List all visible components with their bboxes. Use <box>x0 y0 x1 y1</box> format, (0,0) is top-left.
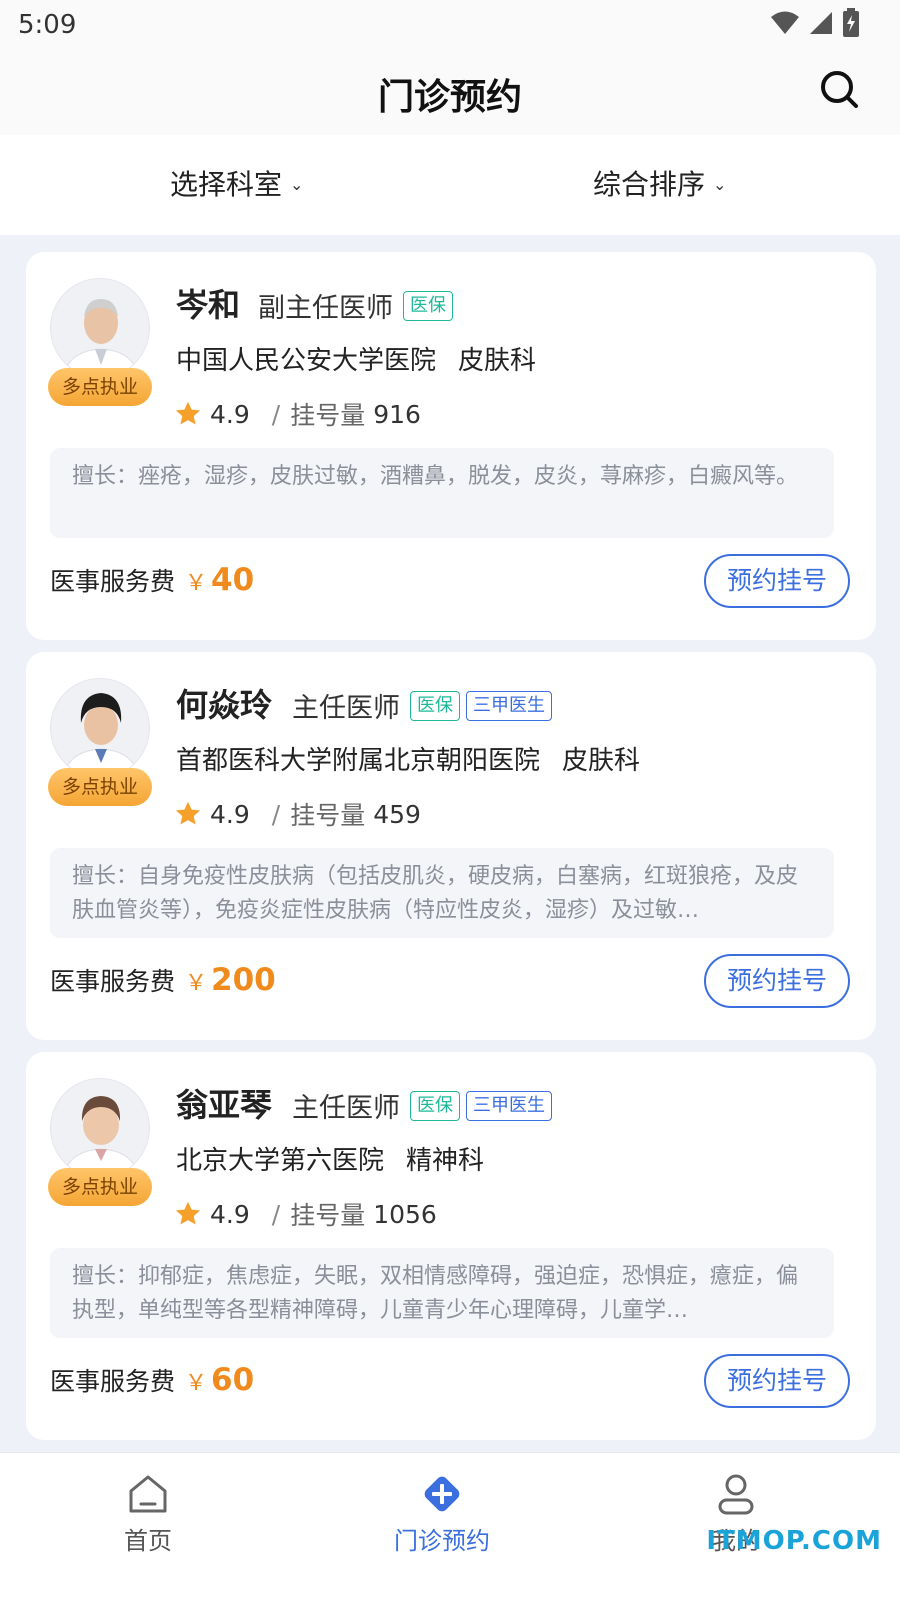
status-icons <box>770 8 860 38</box>
doctor-title: 副主任医师 <box>258 293 393 324</box>
doctor-avatar-group: 多点执业 <box>48 1078 152 1208</box>
chevron-down-icon: ⌄ <box>713 174 727 194</box>
insurance-tag: 医保 <box>410 1090 460 1121</box>
doctor-title: 主任医师 <box>292 693 400 724</box>
department-name: 皮肤科 <box>562 746 641 776</box>
doctor-name: 翁亚琴 <box>176 1086 273 1124</box>
chevron-down-icon: ⌄ <box>290 174 304 194</box>
nav-label-home: 首页 <box>124 1527 172 1555</box>
department-name: 皮肤科 <box>458 346 537 376</box>
insurance-tag: 医保 <box>410 690 460 721</box>
star-icon <box>175 801 201 825</box>
doctor-avatar-group: 多点执业 <box>48 278 152 408</box>
status-time: 5:09 <box>18 10 77 40</box>
fee-value: 200 <box>211 962 276 998</box>
doctor-title-row: 副主任医师 医保 <box>258 286 453 325</box>
doctor-name: 岑和 <box>176 286 241 324</box>
currency-symbol: ￥ <box>185 971 208 996</box>
doctor-card[interactable]: 多点执业 岑和 副主任医师 医保 中国人民公安大学医院 皮肤科 4.9 / 挂号量… <box>26 252 876 640</box>
doctor-title-row: 主任医师 医保 三甲医生 <box>292 686 552 725</box>
book-appointment-button[interactable]: 预约挂号 <box>704 954 850 1008</box>
hospital-name: 首都医科大学附属北京朝阳医院 <box>176 746 541 776</box>
nav-item-clinic[interactable]: 门诊预约 <box>362 1471 522 1556</box>
sort-filter-label: 综合排序 <box>593 168 706 201</box>
hospital-name: 中国人民公安大学医院 <box>176 346 437 376</box>
doctor-avatar-group: 多点执业 <box>48 678 152 808</box>
book-appointment-button[interactable]: 预约挂号 <box>704 554 850 608</box>
rating-value: 4.9 <box>210 799 250 829</box>
search-button[interactable] <box>818 68 862 112</box>
doctor-hospital-row: 北京大学第六医院 精神科 <box>176 1140 484 1177</box>
battery-icon <box>843 8 859 37</box>
star-icon <box>175 401 201 425</box>
specialty-text: 擅长：自身免疫性皮肤病（包括皮肌炎，硬皮病，白塞病，红斑狼疮，及皮肤血管炎等），… <box>72 864 799 923</box>
doctor-card[interactable]: 多点执业 翁亚琴 主任医师 医保 三甲医生 北京大学第六医院 精神科 4.9 / … <box>26 1052 876 1440</box>
currency-symbol: ￥ <box>185 571 208 596</box>
fee-row: 医事服务费 ￥ 60 <box>50 1362 254 1398</box>
doctor-hospital-row: 中国人民公安大学医院 皮肤科 <box>176 340 536 377</box>
star-icon <box>175 1201 201 1225</box>
rating-separator: / <box>271 399 281 429</box>
registration-count: 459 <box>373 799 421 829</box>
registration-label: 挂号量 <box>290 1201 366 1230</box>
fee-row: 医事服务费 ￥ 40 <box>50 562 254 598</box>
user-icon <box>718 1474 754 1515</box>
rating-row: 4.9 / 挂号量 916 <box>174 396 421 432</box>
doctor-hospital-row: 首都医科大学附属北京朝阳医院 皮肤科 <box>176 740 640 777</box>
rating-row: 4.9 / 挂号量 459 <box>174 796 421 832</box>
specialty-text: 擅长：痤疮，湿疹，皮肤过敏，酒糟鼻，脱发，皮炎，荨麻疹，白癜风等。 <box>72 464 799 489</box>
nav-item-home[interactable]: 首页 <box>68 1471 228 1556</box>
rating-separator: / <box>271 799 281 829</box>
registration-label: 挂号量 <box>290 801 366 830</box>
multi-practice-badge: 多点执业 <box>48 768 152 806</box>
multi-practice-badge: 多点执业 <box>48 1168 152 1206</box>
fee-value: 60 <box>211 1362 255 1398</box>
department-filter-label: 选择科室 <box>170 168 283 201</box>
insurance-tag: 医保 <box>403 290 453 321</box>
doctor-avatar <box>50 678 150 778</box>
hospital-name: 北京大学第六医院 <box>176 1146 385 1176</box>
currency-symbol: ￥ <box>185 1371 208 1396</box>
fee-label: 医事服务费 <box>50 1367 176 1396</box>
fee-label: 医事服务费 <box>50 967 176 996</box>
department-name: 精神科 <box>406 1146 485 1176</box>
fee-row: 医事服务费 ￥ 200 <box>50 962 276 998</box>
cell-signal-icon <box>810 12 832 34</box>
wifi-icon <box>771 11 799 34</box>
status-bar: 5:09 <box>0 0 900 52</box>
department-filter[interactable]: 选择科室 ⌄ <box>170 163 303 203</box>
filter-bar: 选择科室 ⌄ 综合排序 ⌄ <box>0 135 900 235</box>
search-icon <box>821 71 858 108</box>
home-icon <box>129 1475 167 1513</box>
specialty-text: 擅长：抑郁症，焦虑症，失眠，双相情感障碍，强迫症，恐惧症，癔症，偏执型，单纯型等… <box>72 1264 799 1323</box>
rating-value: 4.9 <box>210 1199 250 1229</box>
clinic-plus-icon <box>424 1476 460 1512</box>
nav-label-clinic: 门诊预约 <box>394 1527 490 1555</box>
book-appointment-button[interactable]: 预约挂号 <box>704 1354 850 1408</box>
specialty-box: 擅长：痤疮，湿疹，皮肤过敏，酒糟鼻，脱发，皮炎，荨麻疹，白癜风等。 <box>50 448 834 538</box>
doctor-avatar <box>50 278 150 378</box>
app-header: 门诊预约 <box>0 52 900 135</box>
registration-count: 1056 <box>373 1199 437 1229</box>
top-hospital-tag: 三甲医生 <box>466 1090 552 1121</box>
registration-count: 916 <box>373 399 421 429</box>
doctor-title: 主任医师 <box>292 1093 400 1124</box>
top-hospital-tag: 三甲医生 <box>466 690 552 721</box>
rating-separator: / <box>271 1199 281 1229</box>
multi-practice-badge: 多点执业 <box>48 368 152 406</box>
registration-label: 挂号量 <box>290 401 366 430</box>
watermark-text: ITMOP.COM <box>706 1526 882 1556</box>
doctor-card[interactable]: 多点执业 何焱玲 主任医师 医保 三甲医生 首都医科大学附属北京朝阳医院 皮肤科 … <box>26 652 876 1040</box>
doctor-avatar <box>50 1078 150 1178</box>
rating-value: 4.9 <box>210 399 250 429</box>
doctor-name: 何焱玲 <box>176 686 273 724</box>
doctor-title-row: 主任医师 医保 三甲医生 <box>292 1086 552 1125</box>
page-title: 门诊预约 <box>377 77 522 118</box>
sort-filter[interactable]: 综合排序 ⌄ <box>593 163 726 203</box>
fee-label: 医事服务费 <box>50 567 176 596</box>
specialty-box: 擅长：自身免疫性皮肤病（包括皮肌炎，硬皮病，白塞病，红斑狼疮，及皮肤血管炎等），… <box>50 848 834 938</box>
specialty-box: 擅长：抑郁症，焦虑症，失眠，双相情感障碍，强迫症，恐惧症，癔症，偏执型，单纯型等… <box>50 1248 834 1338</box>
fee-value: 40 <box>211 562 255 598</box>
rating-row: 4.9 / 挂号量 1056 <box>174 1196 437 1232</box>
